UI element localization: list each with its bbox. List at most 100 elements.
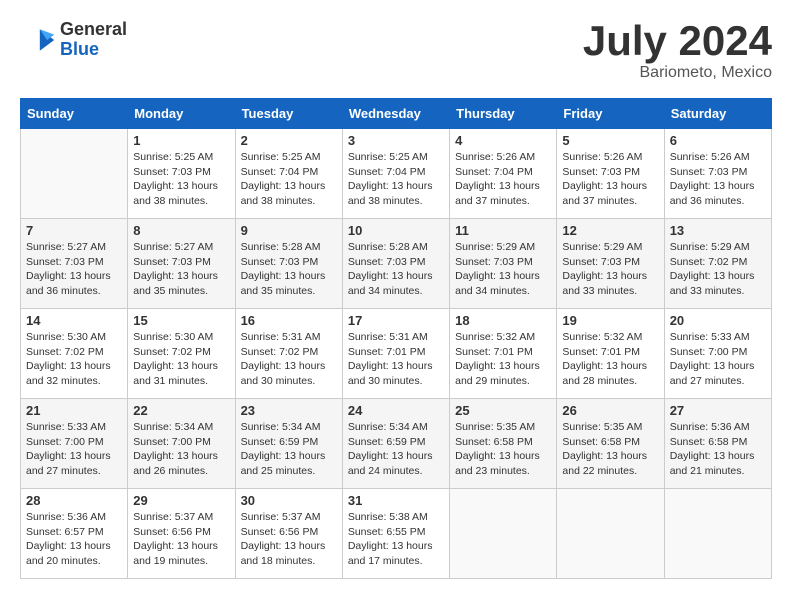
day-info: Sunrise: 5:27 AMSunset: 7:03 PMDaylight:… <box>133 240 229 299</box>
day-cell: 29 Sunrise: 5:37 AMSunset: 6:56 PMDayligh… <box>128 489 235 579</box>
day-number: 28 <box>26 493 122 508</box>
day-cell: 20 Sunrise: 5:33 AMSunset: 7:00 PMDayligh… <box>664 309 771 399</box>
weekday-header-thursday: Thursday <box>450 99 557 129</box>
day-info: Sunrise: 5:25 AMSunset: 7:03 PMDaylight:… <box>133 150 229 209</box>
weekday-header-wednesday: Wednesday <box>342 99 449 129</box>
weekday-header-row: SundayMondayTuesdayWednesdayThursdayFrid… <box>21 99 772 129</box>
day-cell: 19 Sunrise: 5:32 AMSunset: 7:01 PMDayligh… <box>557 309 664 399</box>
day-number: 1 <box>133 133 229 148</box>
day-number: 16 <box>241 313 337 328</box>
day-number: 20 <box>670 313 766 328</box>
day-cell: 28 Sunrise: 5:36 AMSunset: 6:57 PMDayligh… <box>21 489 128 579</box>
title-block: July 2024 Bariometo, Mexico <box>583 20 772 82</box>
day-cell: 16 Sunrise: 5:31 AMSunset: 7:02 PMDayligh… <box>235 309 342 399</box>
day-cell: 11 Sunrise: 5:29 AMSunset: 7:03 PMDayligh… <box>450 219 557 309</box>
day-cell: 3 Sunrise: 5:25 AMSunset: 7:04 PMDaylight… <box>342 129 449 219</box>
day-info: Sunrise: 5:34 AMSunset: 6:59 PMDaylight:… <box>348 420 444 479</box>
day-number: 21 <box>26 403 122 418</box>
day-number: 30 <box>241 493 337 508</box>
day-number: 4 <box>455 133 551 148</box>
day-info: Sunrise: 5:29 AMSunset: 7:03 PMDaylight:… <box>562 240 658 299</box>
day-info: Sunrise: 5:28 AMSunset: 7:03 PMDaylight:… <box>348 240 444 299</box>
calendar-title: July 2024 <box>583 20 772 62</box>
day-cell <box>450 489 557 579</box>
weekday-header-friday: Friday <box>557 99 664 129</box>
day-number: 17 <box>348 313 444 328</box>
day-number: 7 <box>26 223 122 238</box>
calendar-location: Bariometo, Mexico <box>583 64 772 82</box>
day-cell: 6 Sunrise: 5:26 AMSunset: 7:03 PMDaylight… <box>664 129 771 219</box>
day-cell: 9 Sunrise: 5:28 AMSunset: 7:03 PMDaylight… <box>235 219 342 309</box>
page-header: General Blue July 2024 Bariometo, Mexico <box>20 20 772 82</box>
day-number: 8 <box>133 223 229 238</box>
day-cell: 1 Sunrise: 5:25 AMSunset: 7:03 PMDaylight… <box>128 129 235 219</box>
day-info: Sunrise: 5:36 AMSunset: 6:58 PMDaylight:… <box>670 420 766 479</box>
day-info: Sunrise: 5:37 AMSunset: 6:56 PMDaylight:… <box>241 510 337 569</box>
day-info: Sunrise: 5:32 AMSunset: 7:01 PMDaylight:… <box>455 330 551 389</box>
day-cell: 14 Sunrise: 5:30 AMSunset: 7:02 PMDayligh… <box>21 309 128 399</box>
day-cell: 10 Sunrise: 5:28 AMSunset: 7:03 PMDayligh… <box>342 219 449 309</box>
day-cell: 22Sunrise: 5:34 AMSunset: 7:00 PMDayligh… <box>128 399 235 489</box>
day-number: 15 <box>133 313 229 328</box>
day-cell: 23 Sunrise: 5:34 AMSunset: 6:59 PMDayligh… <box>235 399 342 489</box>
day-info: Sunrise: 5:26 AMSunset: 7:03 PMDaylight:… <box>670 150 766 209</box>
day-info: Sunrise: 5:26 AMSunset: 7:03 PMDaylight:… <box>562 150 658 209</box>
day-info: Sunrise: 5:29 AMSunset: 7:02 PMDaylight:… <box>670 240 766 299</box>
day-info: Sunrise: 5:31 AMSunset: 7:02 PMDaylight:… <box>241 330 337 389</box>
day-number: 11 <box>455 223 551 238</box>
week-row-4: 21 Sunrise: 5:33 AMSunset: 7:00 PMDayligh… <box>21 399 772 489</box>
day-info: Sunrise: 5:26 AMSunset: 7:04 PMDaylight:… <box>455 150 551 209</box>
day-info: Sunrise: 5:25 AMSunset: 7:04 PMDaylight:… <box>348 150 444 209</box>
day-cell <box>557 489 664 579</box>
week-row-1: 1 Sunrise: 5:25 AMSunset: 7:03 PMDaylight… <box>21 129 772 219</box>
day-number: 22 <box>133 403 229 418</box>
day-number: 10 <box>348 223 444 238</box>
day-number: 12 <box>562 223 658 238</box>
day-cell: 15 Sunrise: 5:30 AMSunset: 7:02 PMDayligh… <box>128 309 235 399</box>
day-cell <box>21 129 128 219</box>
day-cell: 12 Sunrise: 5:29 AMSunset: 7:03 PMDayligh… <box>557 219 664 309</box>
day-cell: 27 Sunrise: 5:36 AMSunset: 6:58 PMDayligh… <box>664 399 771 489</box>
day-cell: 18Sunrise: 5:32 AMSunset: 7:01 PMDayligh… <box>450 309 557 399</box>
weekday-header-saturday: Saturday <box>664 99 771 129</box>
week-row-3: 14 Sunrise: 5:30 AMSunset: 7:02 PMDayligh… <box>21 309 772 399</box>
day-number: 23 <box>241 403 337 418</box>
day-number: 2 <box>241 133 337 148</box>
day-number: 13 <box>670 223 766 238</box>
day-number: 3 <box>348 133 444 148</box>
day-number: 9 <box>241 223 337 238</box>
day-info: Sunrise: 5:36 AMSunset: 6:57 PMDaylight:… <box>26 510 122 569</box>
day-info: Sunrise: 5:30 AMSunset: 7:02 PMDaylight:… <box>26 330 122 389</box>
day-number: 14 <box>26 313 122 328</box>
logo: General Blue <box>20 20 127 60</box>
day-cell: 21 Sunrise: 5:33 AMSunset: 7:00 PMDayligh… <box>21 399 128 489</box>
day-info: Sunrise: 5:35 AMSunset: 6:58 PMDaylight:… <box>562 420 658 479</box>
day-info: Sunrise: 5:33 AMSunset: 7:00 PMDaylight:… <box>670 330 766 389</box>
day-cell <box>664 489 771 579</box>
day-info: Sunrise: 5:28 AMSunset: 7:03 PMDaylight:… <box>241 240 337 299</box>
day-cell: 31 Sunrise: 5:38 AMSunset: 6:55 PMDayligh… <box>342 489 449 579</box>
day-info: Sunrise: 5:30 AMSunset: 7:02 PMDaylight:… <box>133 330 229 389</box>
day-cell: 7 Sunrise: 5:27 AMSunset: 7:03 PMDaylight… <box>21 219 128 309</box>
day-cell: 4 Sunrise: 5:26 AMSunset: 7:04 PMDaylight… <box>450 129 557 219</box>
day-number: 31 <box>348 493 444 508</box>
day-number: 27 <box>670 403 766 418</box>
day-info: Sunrise: 5:29 AMSunset: 7:03 PMDaylight:… <box>455 240 551 299</box>
day-cell: 5Sunrise: 5:26 AMSunset: 7:03 PMDaylight… <box>557 129 664 219</box>
day-info: Sunrise: 5:25 AMSunset: 7:04 PMDaylight:… <box>241 150 337 209</box>
logo-icon <box>20 22 56 58</box>
day-info: Sunrise: 5:33 AMSunset: 7:00 PMDaylight:… <box>26 420 122 479</box>
day-info: Sunrise: 5:32 AMSunset: 7:01 PMDaylight:… <box>562 330 658 389</box>
day-number: 24 <box>348 403 444 418</box>
calendar-table: SundayMondayTuesdayWednesdayThursdayFrid… <box>20 98 772 579</box>
day-info: Sunrise: 5:37 AMSunset: 6:56 PMDaylight:… <box>133 510 229 569</box>
day-number: 19 <box>562 313 658 328</box>
day-number: 26 <box>562 403 658 418</box>
day-number: 29 <box>133 493 229 508</box>
day-info: Sunrise: 5:27 AMSunset: 7:03 PMDaylight:… <box>26 240 122 299</box>
day-info: Sunrise: 5:34 AMSunset: 6:59 PMDaylight:… <box>241 420 337 479</box>
week-row-2: 7 Sunrise: 5:27 AMSunset: 7:03 PMDaylight… <box>21 219 772 309</box>
weekday-header-tuesday: Tuesday <box>235 99 342 129</box>
day-number: 6 <box>670 133 766 148</box>
day-info: Sunrise: 5:38 AMSunset: 6:55 PMDaylight:… <box>348 510 444 569</box>
